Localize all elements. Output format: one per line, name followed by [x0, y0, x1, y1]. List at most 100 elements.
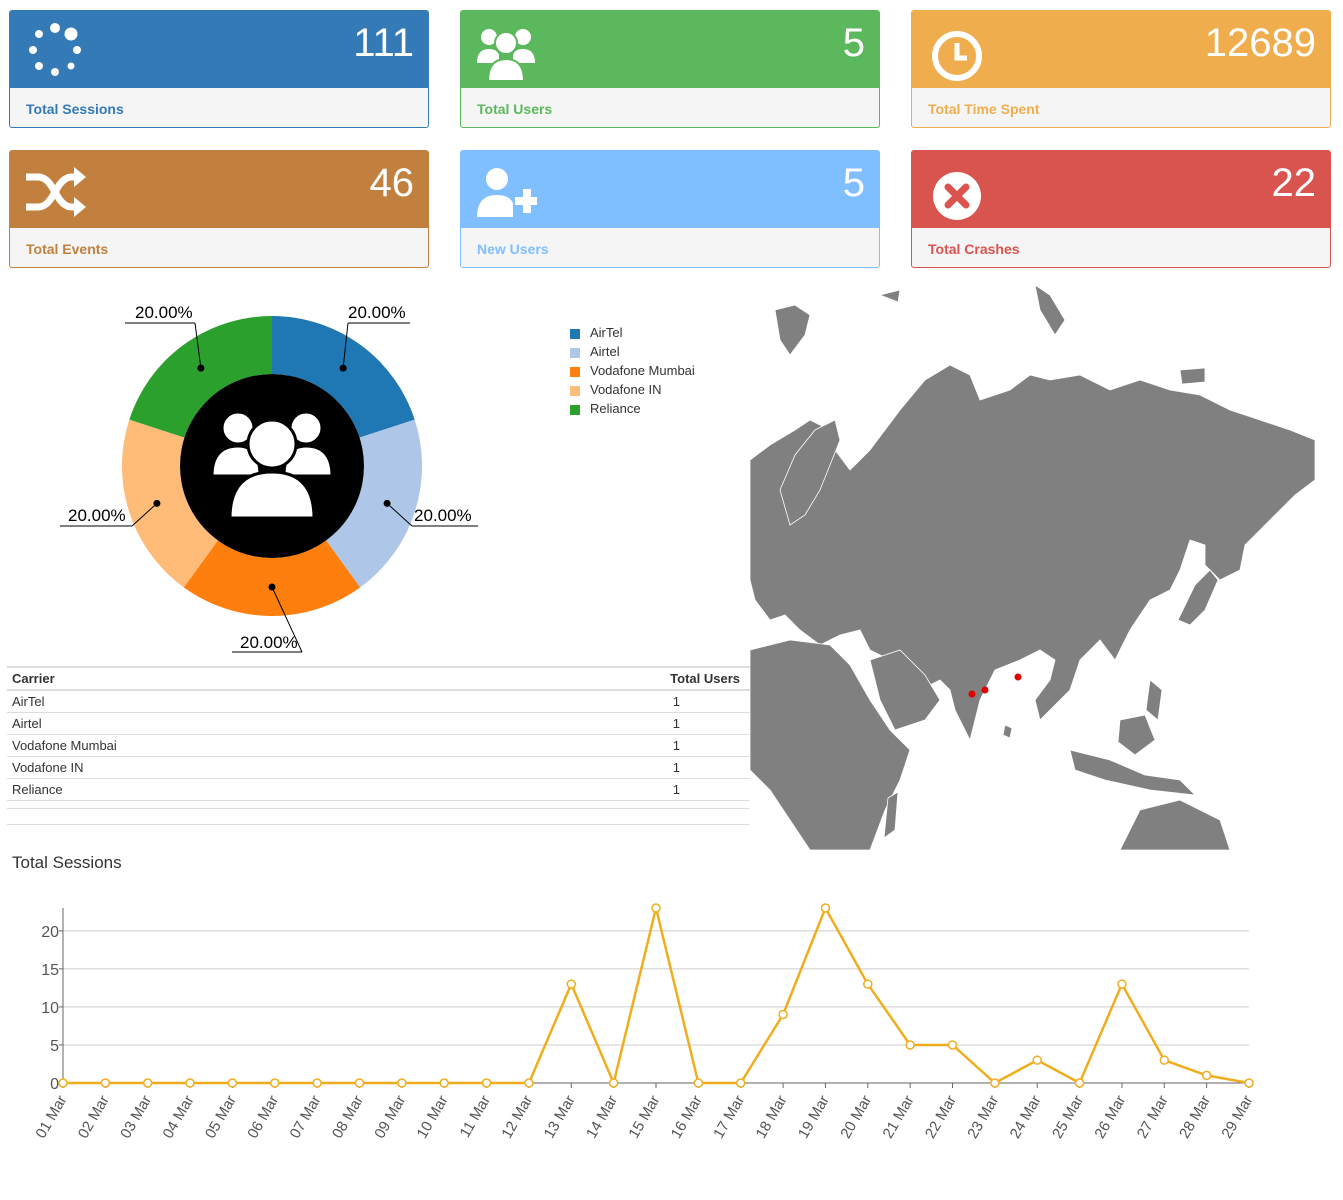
total-users-header[interactable]: Total Users [439, 666, 750, 691]
data-point[interactable] [608, 1078, 619, 1088]
data-point[interactable] [227, 1078, 238, 1088]
x-tick-label: 11 Mar [457, 1093, 495, 1141]
total-events-label: Total Events [26, 241, 109, 257]
total-crashes-value: 22 [1271, 161, 1317, 205]
x-tick-label: 29 Mar [1218, 1092, 1256, 1141]
map-marker [981, 686, 989, 694]
total-crashes-card[interactable]: 22 Total Crashes [911, 150, 1331, 268]
x-tick-label: 08 Mar [329, 1092, 367, 1141]
data-point[interactable] [354, 1078, 365, 1088]
data-point[interactable] [58, 1078, 68, 1088]
data-point[interactable] [566, 979, 577, 989]
x-tick-label: 15 Mar [625, 1092, 663, 1141]
data-point[interactable] [735, 1078, 746, 1088]
data-point[interactable] [651, 903, 661, 913]
total-time-spent-value: 12689 [1204, 21, 1316, 65]
user-plus-icon [477, 168, 537, 217]
map-region-japan [1177, 569, 1219, 626]
legend-item[interactable]: Vodafone Mumbai [570, 361, 695, 380]
total-sessions-chart-title: Total Sessions [12, 853, 122, 872]
data-point[interactable] [1032, 1055, 1042, 1065]
table-divider [7, 824, 750, 825]
data-point[interactable] [863, 979, 873, 989]
data-point[interactable] [990, 1078, 1000, 1088]
data-point[interactable] [1201, 1070, 1212, 1081]
x-tick-label: 03 Mar [117, 1092, 155, 1141]
y-tick-label: 0 [50, 1076, 59, 1093]
total-users-cell: 1 [439, 734, 750, 757]
carrier-table: Carrier Total Users AirTel 1 Airtel 1 Vodafo… [7, 666, 750, 801]
legend-label: AirTel [590, 325, 623, 340]
legend-swatch [570, 347, 580, 358]
map-marker [1014, 673, 1022, 681]
x-tick-label: 21 Mar [880, 1092, 918, 1141]
x-tick-label: 06 Mar [244, 1092, 282, 1141]
x-tick-label: 23 Mar [964, 1092, 1002, 1141]
x-tick-label: 17 Mar [710, 1092, 748, 1141]
carrier-cell: Vodafone Mumbai [7, 734, 440, 757]
x-tick-label: 19 Mar [795, 1092, 833, 1141]
map-region-novaya-zemlya [1034, 284, 1066, 336]
new-users-card[interactable]: 5 New Users [460, 150, 880, 268]
x-tick-label: 14 Mar [583, 1092, 621, 1141]
data-point[interactable] [142, 1078, 153, 1088]
data-point[interactable] [270, 1078, 280, 1088]
table-row[interactable]: Airtel 1 [7, 712, 750, 735]
legend-label: Reliance [590, 401, 641, 416]
table-row[interactable]: Vodafone Mumbai 1 [7, 734, 750, 757]
data-point[interactable] [439, 1078, 449, 1088]
data-point[interactable] [524, 1078, 534, 1088]
data-point[interactable] [1159, 1055, 1170, 1065]
users-icon [477, 29, 535, 81]
table-row[interactable]: AirTel 1 [7, 690, 750, 713]
x-tick-label: 24 Mar [1007, 1092, 1045, 1141]
legend-item[interactable]: AirTel [570, 323, 695, 342]
legend-label: Vodafone IN [590, 382, 662, 397]
x-tick-label: 04 Mar [159, 1092, 197, 1141]
data-point[interactable] [1117, 979, 1127, 989]
y-tick-label: 20 [41, 924, 59, 941]
pie-slice-label: 20.00% [414, 506, 472, 525]
table-row[interactable]: Reliance 1 [7, 778, 750, 801]
data-point[interactable] [185, 1078, 195, 1088]
map-region-franz-josef [878, 289, 901, 303]
data-point[interactable] [100, 1078, 111, 1088]
map-region-philippines [1145, 679, 1163, 721]
total-crashes-label: Total Crashes [928, 241, 1020, 257]
table-header-row: Carrier Total Users [7, 666, 750, 691]
pie-slice-label: 20.00% [135, 303, 193, 322]
data-point[interactable] [693, 1078, 704, 1088]
total-users-card[interactable]: 5 Total Users [460, 10, 880, 128]
carrier-cell: Airtel [7, 712, 440, 735]
x-tick-label: 07 Mar [287, 1092, 325, 1141]
carrier-header[interactable]: Carrier [7, 666, 440, 691]
table-row[interactable]: Vodafone IN 1 [7, 756, 750, 779]
data-point[interactable] [312, 1078, 322, 1088]
x-tick-label: 27 Mar [1134, 1092, 1172, 1141]
map-region-arctic-island [1179, 367, 1206, 385]
data-point[interactable] [481, 1078, 492, 1088]
map-region-borneo [1117, 714, 1156, 756]
data-point[interactable] [905, 1040, 915, 1050]
total-events-value: 46 [369, 161, 415, 205]
total-time-spent-card[interactable]: 12689 Total Time Spent [911, 10, 1331, 128]
times-circle-icon [933, 172, 981, 220]
total-sessions-card[interactable]: 111 Total Sessions [9, 10, 429, 128]
data-point[interactable] [947, 1040, 958, 1050]
total-events-card[interactable]: 46 Total Events [9, 150, 429, 268]
map-region-indonesia [1069, 749, 1197, 796]
series-line [63, 905, 1250, 1087]
data-point[interactable] [778, 1009, 788, 1020]
data-point[interactable] [1074, 1078, 1085, 1088]
data-point[interactable] [397, 1078, 407, 1088]
map-region-australia [1119, 799, 1231, 850]
carrier-donut-chart: 20.00% 20.00% 20.00% 20.00% 20.00% [60, 303, 478, 653]
x-tick-label: 01 Mar [32, 1092, 70, 1141]
data-point[interactable] [820, 903, 831, 913]
legend-item[interactable]: Airtel [570, 342, 695, 361]
legend-item[interactable]: Vodafone IN [570, 380, 695, 399]
data-point[interactable] [1244, 1078, 1254, 1088]
carrier-cell: Vodafone IN [7, 756, 440, 779]
legend-item[interactable]: Reliance [570, 399, 695, 418]
total-users-value: 5 [842, 21, 865, 65]
